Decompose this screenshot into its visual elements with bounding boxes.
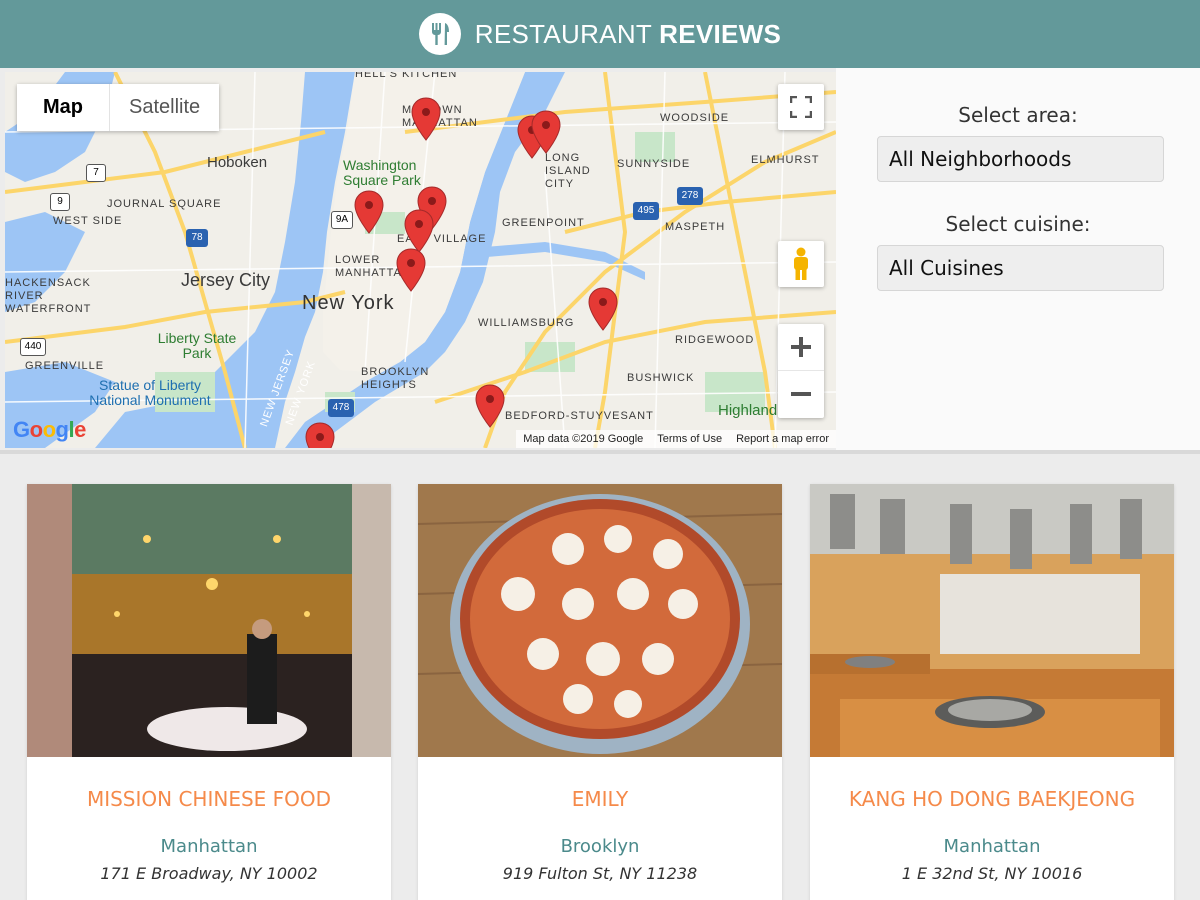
cuisine-select[interactable]: All Cuisines — [877, 245, 1164, 291]
map-marker[interactable] — [531, 110, 561, 154]
zoom-control — [778, 324, 824, 418]
map-marker[interactable] — [396, 248, 426, 292]
pegman-icon — [794, 247, 808, 280]
report-map-error-link[interactable]: Report a map error — [729, 433, 836, 445]
map-label: Highland — [718, 402, 778, 419]
restaurant-name[interactable]: EMILY — [418, 787, 782, 811]
map-label: RIDGEWOOD — [675, 334, 755, 346]
restaurant-address: 171 E Broadway, NY 10002 — [100, 864, 318, 883]
map-label: HACKENSACK RIVER WATERFRONT — [5, 277, 92, 315]
cuisine-filter-label: Select cuisine: — [945, 212, 1091, 236]
google-logo[interactable]: Google — [13, 417, 86, 443]
area-select[interactable]: All Neighborhoods — [877, 136, 1164, 182]
restaurant-address: 919 Fulton St, NY 11238 — [502, 864, 698, 883]
app-title-light: RESTAURANT — [474, 18, 652, 49]
zoom-in-icon — [791, 337, 811, 357]
map-type-control: Map Satellite — [17, 84, 220, 131]
restaurant-name[interactable]: KANG HO DONG BAEKJEONG — [810, 787, 1174, 811]
restaurant-neighborhood: Manhattan — [160, 836, 258, 857]
map-label: SUNNYSIDE — [617, 158, 691, 170]
restaurant-card[interactable]: EMILY Brooklyn 919 Fulton St, NY 11238 — [418, 484, 782, 900]
map-label: GREENPOINT — [502, 217, 585, 229]
map-label: MASPETH — [665, 221, 726, 233]
fork-knife-icon — [418, 13, 461, 55]
map-marker[interactable] — [404, 209, 434, 253]
zoom-in-button[interactable] — [778, 325, 824, 371]
route-shield: 78 — [186, 229, 208, 247]
restaurant-map[interactable]: HELL'S KITCHEN MIDTOWN MANHATTAN Hoboken… — [5, 72, 836, 448]
map-label: LONG ISLAND CITY — [545, 152, 591, 190]
restaurant-photo[interactable] — [810, 484, 1174, 757]
map-data-credit: Map data ©2019 Google — [523, 433, 644, 445]
map-label: BROOKLYN HEIGHTS — [361, 366, 430, 391]
map-label: ELMHURST — [751, 154, 820, 166]
restaurant-name[interactable]: MISSION CHINESE FOOD — [27, 787, 391, 811]
area-filter-label: Select area: — [958, 103, 1078, 127]
map-marker[interactable] — [354, 190, 384, 234]
map-type-satellite-button[interactable]: Satellite — [110, 84, 220, 131]
map-label: LOWER MANHATTAN — [335, 254, 411, 279]
route-shield: 9 — [50, 193, 70, 211]
map-label: Statue of Liberty National Monument — [89, 377, 211, 408]
restaurant-photo[interactable] — [27, 484, 391, 757]
map-attribution: Map data ©2019 Google Terms of Use Repor… — [516, 430, 836, 448]
map-label: JOURNAL SQUARE — [107, 198, 222, 210]
map-label: BUSHWICK — [627, 372, 695, 384]
map-marker[interactable] — [475, 384, 505, 428]
zoom-out-icon — [791, 392, 811, 396]
map-label: HELL'S KITCHEN — [355, 72, 458, 80]
filter-panel: Select area: All Neighborhoods Select cu… — [836, 68, 1200, 452]
route-shield: 7 — [86, 164, 106, 182]
map-label: WEST SIDE — [53, 215, 123, 227]
map-marker[interactable] — [411, 97, 441, 141]
restaurant-card[interactable]: MISSION CHINESE FOOD Manhattan 171 E Bro… — [27, 484, 391, 900]
map-label: Hoboken — [207, 154, 268, 171]
route-shield: 278 — [677, 187, 703, 205]
app-title: RESTAURANT REVIEWS — [475, 19, 781, 50]
restaurant-photo[interactable] — [418, 484, 782, 757]
map-type-map-button[interactable]: Map — [17, 84, 110, 131]
route-shield: 440 — [20, 338, 46, 356]
restaurant-address: 1 E 32nd St, NY 10016 — [901, 864, 1083, 883]
app-title-bold: REVIEWS — [659, 18, 782, 49]
map-label: GREENVILLE — [25, 360, 105, 372]
fullscreen-icon — [790, 96, 812, 118]
route-shield: 9A — [331, 211, 353, 229]
restaurant-neighborhood: Manhattan — [943, 836, 1041, 857]
map-label: WOODSIDE — [660, 112, 730, 124]
fullscreen-button[interactable] — [778, 84, 824, 130]
app-header: RESTAURANT REVIEWS — [0, 0, 1200, 68]
zoom-out-button[interactable] — [778, 371, 824, 418]
map-label: Washington Square Park — [343, 157, 421, 188]
map-label: WILLIAMSBURG — [478, 317, 575, 329]
route-shield: 478 — [328, 399, 354, 417]
map-marker[interactable] — [588, 287, 618, 331]
restaurant-neighborhood: Brooklyn — [560, 836, 640, 857]
map-label: New York — [302, 292, 395, 314]
map-label: BEDFORD-STUYVESANT — [505, 410, 654, 422]
restaurant-card[interactable]: KANG HO DONG BAEKJEONG Manhattan 1 E 32n… — [810, 484, 1174, 900]
section-divider — [0, 450, 1200, 454]
map-label: Liberty State Park — [157, 330, 237, 361]
map-marker[interactable] — [305, 422, 335, 448]
street-view-button[interactable] — [778, 241, 824, 287]
route-shield: 495 — [633, 202, 659, 220]
map-label: Jersey City — [181, 270, 271, 290]
terms-of-use-link[interactable]: Terms of Use — [650, 433, 729, 445]
